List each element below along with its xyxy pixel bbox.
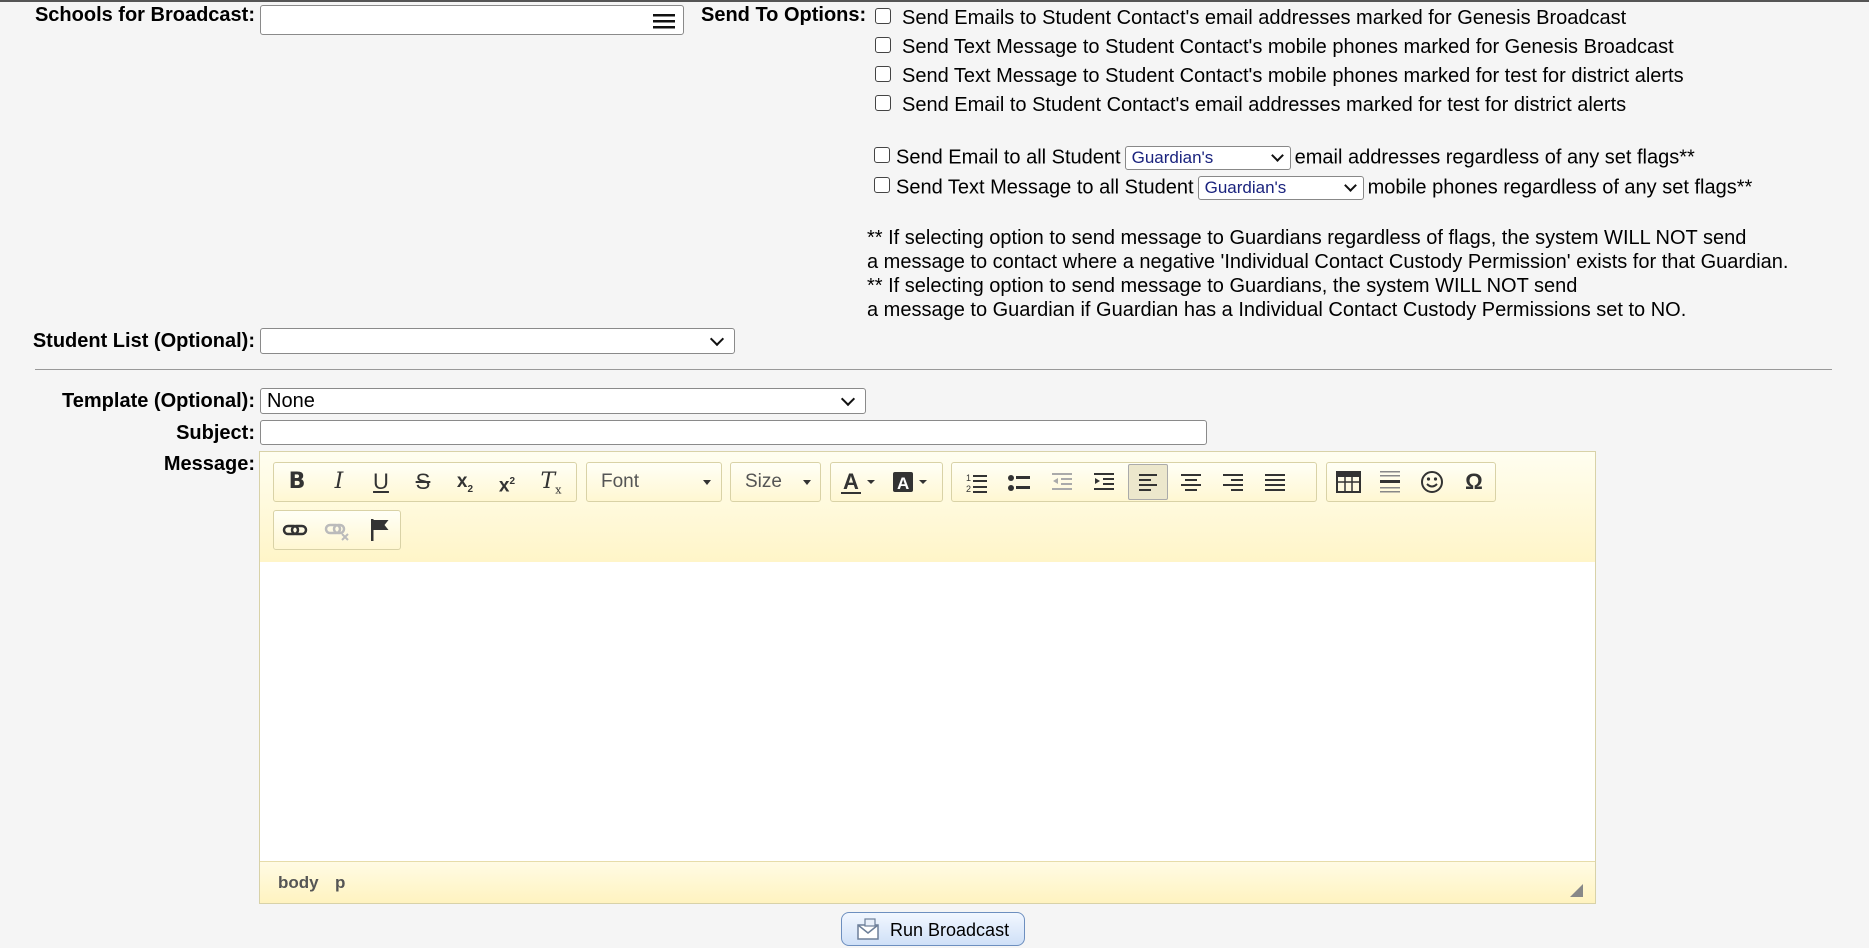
note-line-1: ** If selecting option to send message t… [867, 227, 1747, 249]
run-broadcast-button[interactable]: Run Broadcast [841, 912, 1025, 946]
option-label-1: Send Emails to Student Contact's email a… [902, 7, 1627, 29]
template-label: Template (Optional): [62, 390, 255, 412]
superscript-icon[interactable]: x2 [490, 467, 524, 497]
template-value: None [267, 390, 315, 412]
background-color-icon[interactable]: A [889, 467, 933, 497]
svg-text:A: A [897, 474, 909, 493]
align-left-icon[interactable] [1128, 464, 1168, 500]
send-to-label: Send To Options: [701, 4, 867, 26]
dropdown-arrow-icon [703, 480, 711, 485]
option-checkbox-1[interactable] [875, 8, 891, 24]
underline-icon[interactable]: U [364, 467, 398, 497]
option-label-3: Send Text Message to Student Contact's m… [902, 65, 1684, 87]
all-email-select-value: Guardian's [1131, 148, 1214, 167]
broadcast-icon [856, 918, 882, 942]
editor-status-bar: body p [260, 861, 1595, 903]
strikethrough-icon[interactable]: S [406, 467, 440, 497]
smiley-icon[interactable] [1415, 467, 1449, 497]
insert-group: Ω [1326, 462, 1496, 502]
editor-toolbar: B I U S x2 x2 Tx Font Size A A 1 2 Ω [260, 452, 1595, 563]
option-label-2: Send Text Message to Student Contact's m… [902, 36, 1674, 58]
font-combo[interactable]: Font [586, 462, 722, 502]
option-checkbox-4[interactable] [875, 95, 891, 111]
resize-grip-icon[interactable] [1570, 884, 1583, 897]
chevron-down-icon [840, 391, 856, 407]
all-email-prefix: Send Email to all Student [896, 146, 1121, 169]
message-label: Message: [163, 453, 255, 475]
all-text-prefix: Send Text Message to all Student [896, 176, 1194, 199]
horizontal-line-icon[interactable] [1373, 467, 1407, 497]
unlink-icon[interactable] [320, 515, 354, 545]
note-line-3: ** If selecting option to send message t… [867, 275, 1578, 297]
note-line-2: a message to contact where a negative 'I… [867, 251, 1789, 273]
all-email-row: Send Email to all Student Guardian's email… [896, 146, 1695, 170]
subject-input[interactable] [260, 420, 1207, 445]
student-list-label: Student List (Optional): [32, 330, 255, 352]
chevron-down-icon [1343, 179, 1357, 192]
all-text-select[interactable]: Guardian's [1197, 176, 1364, 200]
italic-icon[interactable]: I [322, 467, 356, 497]
editor-content-area[interactable] [260, 562, 1595, 864]
svg-text:1: 1 [966, 473, 971, 483]
size-combo-label: Size [745, 471, 782, 492]
link-icon[interactable] [278, 515, 312, 545]
decrease-indent-icon[interactable] [1044, 467, 1078, 497]
table-icon[interactable] [1331, 467, 1365, 497]
all-text-suffix: mobile phones regardless of any set flag… [1367, 176, 1753, 199]
increase-indent-icon[interactable] [1086, 467, 1120, 497]
student-list-select[interactable] [260, 328, 735, 354]
special-char-icon[interactable]: Ω [1457, 467, 1491, 497]
subscript-icon[interactable]: x2 [448, 467, 482, 497]
all-email-select[interactable]: Guardian's [1124, 146, 1291, 170]
subject-label: Subject: [176, 422, 255, 444]
chevron-down-icon [709, 331, 725, 347]
all-email-suffix: email addresses regardless of any set fl… [1294, 146, 1695, 169]
menu-icon[interactable] [653, 12, 675, 30]
all-text-checkbox[interactable] [874, 177, 890, 193]
remove-format-icon[interactable]: Tx [534, 467, 568, 497]
align-center-icon[interactable] [1174, 467, 1208, 497]
option-checkbox-3[interactable] [875, 66, 891, 82]
colors-group: A A [830, 462, 943, 502]
top-border [0, 0, 1869, 2]
text-color-icon[interactable]: A [837, 467, 881, 497]
element-path-body[interactable]: body [278, 873, 319, 893]
template-select[interactable]: None [260, 388, 866, 414]
size-combo[interactable]: Size [730, 462, 821, 502]
all-text-row: Send Text Message to all Student Guardian… [896, 176, 1752, 200]
option-label-4: Send Email to Student Contact's email ad… [902, 94, 1627, 116]
align-right-icon[interactable] [1216, 467, 1250, 497]
note-line-4: a message to Guardian if Guardian has a … [867, 299, 1687, 321]
all-text-select-value: Guardian's [1204, 178, 1287, 197]
links-group [273, 510, 401, 550]
bulleted-list-icon[interactable] [1002, 467, 1036, 497]
basic-styles-group: B I U S x2 x2 Tx [273, 462, 577, 502]
paragraph-group: 12 [951, 462, 1317, 502]
option-checkbox-2[interactable] [875, 37, 891, 53]
chevron-down-icon [1270, 149, 1284, 162]
svg-text:A: A [843, 469, 859, 494]
bold-icon[interactable]: B [280, 467, 314, 497]
numbered-list-icon[interactable]: 12 [960, 467, 994, 497]
anchor-icon[interactable] [362, 515, 396, 545]
schools-multiselect[interactable] [260, 5, 684, 35]
justify-icon[interactable] [1258, 467, 1292, 497]
schools-label: Schools for Broadcast: [34, 4, 255, 26]
all-email-checkbox[interactable] [874, 147, 890, 163]
svg-text:2: 2 [966, 484, 971, 494]
divider [35, 369, 1832, 370]
dropdown-arrow-icon [803, 480, 811, 485]
font-combo-label: Font [601, 471, 640, 492]
message-editor: B I U S x2 x2 Tx Font Size A A 1 2 Ω bod… [259, 451, 1596, 904]
element-path-p[interactable]: p [335, 873, 345, 893]
run-broadcast-label: Run Broadcast [890, 920, 1010, 940]
